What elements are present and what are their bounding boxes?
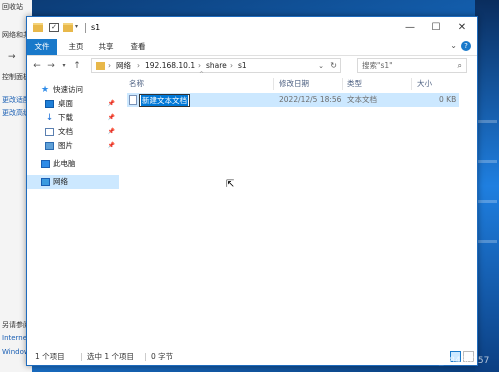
folder-icon — [33, 23, 43, 32]
breadcrumb-share[interactable]: share — [206, 60, 227, 72]
navigation-pane: ★ 快速访问 桌面 📌 ↓ 下载 📌 文档 📌 图片 📌 此电脑 网络 — [27, 77, 119, 347]
column-header-size[interactable]: 大小 — [417, 77, 432, 91]
search-icon: ⌕ — [457, 61, 462, 70]
forward-button[interactable]: → — [45, 59, 57, 73]
document-icon — [45, 128, 54, 136]
address-dropdown-icon[interactable]: ⌄ — [318, 60, 324, 72]
table-row[interactable]: 新建文本文档 2022/12/5 18:56 文本文档 0 KB — [127, 93, 459, 107]
star-icon: ★ — [41, 85, 50, 95]
tab-file[interactable]: 文件 — [27, 39, 57, 55]
file-type: 文本文档 — [347, 95, 377, 104]
maximize-button[interactable]: ☐ — [423, 17, 449, 39]
back-button[interactable]: ← — [31, 59, 43, 73]
navigation-bar: ← → ▾ ↑ › 网络 › 192.168.10.1 › share › s1… — [27, 56, 477, 76]
recycle-bin-label: 回收站 — [2, 3, 23, 11]
sidebar-item-downloads[interactable]: ↓ 下载 📌 — [27, 111, 119, 125]
file-size: 0 KB — [439, 95, 457, 104]
sidebar-item-desktop[interactable]: 桌面 📌 — [27, 97, 119, 111]
file-modified: 2022/12/5 18:56 — [279, 95, 342, 104]
mouse-cursor-icon: ⇱ — [226, 179, 235, 190]
selected-count: 选中 1 个项目 — [87, 352, 135, 361]
breadcrumb-s1[interactable]: s1 — [238, 60, 247, 72]
watermark: CSDN @m0_58488257 — [387, 356, 490, 366]
text-file-icon — [129, 95, 137, 105]
recent-locations-icon[interactable]: ▾ — [58, 59, 70, 73]
search-box[interactable]: 搜索"s1" ⌕ — [357, 58, 467, 73]
file-list: ^ 名称 修改日期 类型 大小 新建文本文档 2022/12/5 18:56 文… — [123, 71, 467, 347]
up-button[interactable]: ↑ — [71, 59, 83, 73]
pin-icon[interactable]: 📌 — [108, 111, 115, 125]
network-icon — [41, 178, 50, 186]
window-title: s1 — [91, 23, 101, 32]
sidebar-item-network[interactable]: 网络 — [27, 175, 119, 189]
back-arrow-icon: → — [8, 52, 16, 62]
tab-home[interactable]: 主页 — [63, 39, 89, 55]
pin-icon[interactable]: 📌 — [108, 125, 115, 139]
explorer-window: ✓ ▾ s1 — ☐ ✕ 文件 主页 共享 查看 ⌄ ? ← → ▾ ↑ › 网… — [26, 16, 478, 366]
tab-share[interactable]: 共享 — [93, 39, 119, 55]
refresh-icon[interactable]: ↻ — [330, 60, 337, 72]
properties-icon[interactable]: ✓ — [49, 23, 59, 32]
title-bar[interactable]: ✓ ▾ s1 — ☐ ✕ — [27, 17, 477, 39]
download-icon: ↓ — [45, 113, 54, 123]
tab-view[interactable]: 查看 — [125, 39, 151, 55]
desktop-icon — [45, 100, 54, 108]
close-button[interactable]: ✕ — [449, 17, 475, 39]
item-count: 1 个项目 — [35, 352, 65, 361]
sidebar-item-pictures[interactable]: 图片 📌 — [27, 139, 119, 153]
sidebar-item-this-pc[interactable]: 此电脑 — [27, 157, 119, 171]
breadcrumb-host[interactable]: 192.168.10.1 — [145, 60, 195, 72]
customize-toolbar-icon[interactable]: ▾ — [75, 23, 85, 32]
rename-input[interactable]: 新建文本文档 — [139, 94, 190, 107]
column-header-modified[interactable]: 修改日期 — [279, 77, 309, 91]
pin-icon[interactable]: 📌 — [108, 139, 115, 153]
breadcrumb-network[interactable]: 网络 — [116, 60, 131, 72]
help-icon[interactable]: ? — [461, 41, 471, 51]
column-header-type[interactable]: 类型 — [347, 77, 362, 91]
computer-icon — [41, 160, 50, 168]
selected-size: 0 字节 — [151, 352, 174, 361]
new-folder-icon[interactable] — [63, 23, 73, 32]
pin-icon[interactable]: 📌 — [108, 97, 115, 111]
ribbon: 文件 主页 共享 查看 ⌄ ? — [27, 39, 477, 56]
sort-arrow-icon: ^ — [199, 71, 205, 78]
address-bar[interactable]: › 网络 › 192.168.10.1 › share › s1 ⌄ ↻ — [91, 58, 341, 73]
column-header-name[interactable]: 名称 — [129, 77, 144, 91]
minimize-button[interactable]: — — [397, 17, 423, 39]
expand-ribbon-icon[interactable]: ⌄ — [450, 41, 457, 50]
search-input[interactable]: 搜索"s1" — [362, 60, 393, 72]
sidebar-item-documents[interactable]: 文档 📌 — [27, 125, 119, 139]
pictures-icon — [45, 142, 54, 150]
desktop-background — [475, 0, 499, 372]
folder-icon — [96, 62, 105, 70]
sidebar-item-quick-access[interactable]: ★ 快速访问 — [27, 83, 119, 97]
